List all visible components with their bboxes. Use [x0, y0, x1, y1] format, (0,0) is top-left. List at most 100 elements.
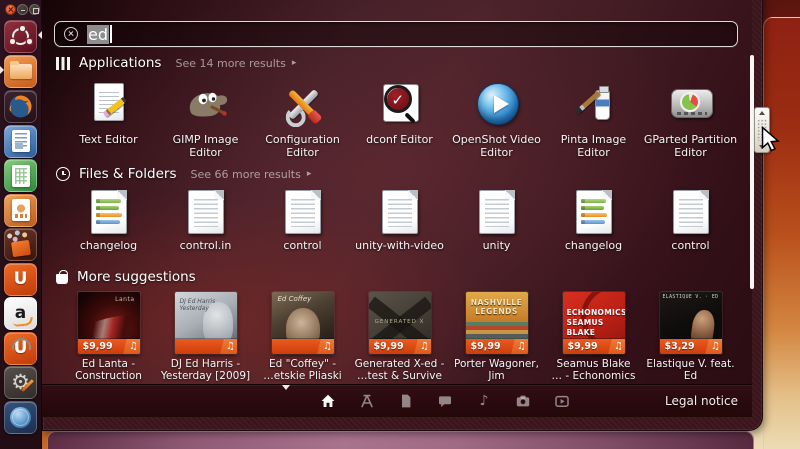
launcher-firefox[interactable]	[4, 90, 37, 123]
album-cover: Ed Coffey ♫	[272, 292, 334, 354]
price-label: $9,99	[466, 341, 513, 352]
clear-search-icon[interactable]	[64, 27, 78, 41]
section-title: More suggestions	[77, 269, 196, 285]
window-close-button[interactable]	[5, 4, 16, 15]
album-cover: ECHONOMICS SEAMUS BLAKE $9,99 ♫	[563, 292, 625, 354]
launcher-ubuntu-one[interactable]: U	[4, 263, 37, 296]
legal-notice-link[interactable]: Legal notice	[665, 394, 738, 408]
ubuntu-dash-icon	[12, 28, 29, 45]
home-folder-icon	[10, 64, 32, 79]
app-result-dconf-editor[interactable]: ✓ dconf Editor	[351, 80, 448, 159]
album-cover-text: Lanta	[115, 296, 134, 303]
price-bar: $3,29 ♫	[660, 339, 722, 354]
album-cover-text: GENERATED X	[369, 319, 431, 325]
result-label: unity-with-video	[355, 239, 444, 252]
scroll-up-icon[interactable]	[759, 111, 765, 115]
video-lens-icon[interactable]	[554, 393, 570, 409]
launcher-ubuntu-one-music[interactable]: U	[4, 332, 37, 365]
launcher-software-center[interactable]	[4, 228, 37, 261]
app-result-text-editor[interactable]: Text Editor	[60, 80, 157, 159]
text-document-icon	[285, 190, 321, 234]
price-bar: ♫	[175, 339, 237, 354]
app-result-configuration-editor[interactable]: Configuration Editor	[254, 80, 351, 159]
web-browser-icon	[10, 407, 31, 428]
app-result-openshot[interactable]: OpenShot Video Editor	[448, 80, 545, 159]
background-window-titlebar	[47, 431, 754, 449]
result-label: control	[671, 239, 709, 252]
amazon-icon: a	[15, 305, 26, 322]
window-minimize-button[interactable]	[17, 4, 28, 15]
photos-lens-icon[interactable]	[515, 393, 531, 409]
active-lens-indicator	[282, 385, 290, 390]
launcher-web-browser[interactable]	[4, 401, 37, 434]
gimp-icon	[181, 80, 231, 128]
album-cover: NASHVILLE LEGENDS $9,99 ♫	[466, 292, 528, 354]
app-result-pinta[interactable]: Pinta Image Editor	[545, 80, 642, 159]
libreoffice-impress-icon	[12, 199, 30, 221]
file-result-unity[interactable]: unity	[448, 190, 545, 252]
firefox-icon	[7, 93, 34, 120]
music-note-icon: ♫	[317, 339, 334, 354]
price-bar: $9,99 ♫	[369, 339, 431, 354]
see-more-label: See 14 more results	[175, 57, 285, 70]
album-cover: DJ Ed Harris Yesterday ♫	[175, 292, 237, 354]
price-label: $3,29	[660, 341, 707, 352]
home-lens-icon[interactable]	[320, 393, 336, 409]
file-result-changelog-2[interactable]: changelog	[545, 190, 642, 252]
file-result-control[interactable]: control	[254, 190, 351, 252]
launcher-amazon[interactable]: a	[4, 297, 37, 330]
launcher-libreoffice-writer[interactable]	[4, 125, 37, 158]
music-note-icon: ♫	[123, 339, 140, 354]
result-label: Configuration Editor	[255, 133, 350, 159]
search-input[interactable]: ed	[54, 21, 738, 47]
price-bar: $9,99 ♫	[563, 339, 625, 354]
app-result-gimp[interactable]: GIMP Image Editor	[157, 80, 254, 159]
dconf-magnifier-icon: ✓	[375, 80, 425, 128]
files-lens-icon[interactable]	[398, 393, 414, 409]
price-bar: $9,99 ♫	[78, 339, 140, 354]
price-label: $9,99	[369, 341, 416, 352]
album-cover: Lanta $9,99 ♫	[78, 292, 140, 354]
launcher-dash-home[interactable]	[4, 20, 37, 53]
changelog-document-icon	[91, 190, 127, 234]
launcher-libreoffice-calc[interactable]	[4, 159, 37, 192]
software-center-icon	[11, 240, 31, 257]
libreoffice-calc-icon	[12, 165, 30, 187]
launcher-libreoffice-impress[interactable]	[4, 194, 37, 227]
running-app-pip-icon	[0, 66, 4, 74]
launcher-home-folder[interactable]	[4, 55, 37, 88]
album-cover-text: Ed Coffey	[278, 295, 312, 303]
result-label: Text Editor	[79, 133, 137, 146]
album-cover-text: ECHONOMICS SEAMUS BLAKE	[567, 308, 625, 337]
file-result-control-in[interactable]: control.in	[157, 190, 254, 252]
crossed-tools-icon	[278, 80, 328, 128]
libreoffice-writer-icon	[12, 130, 30, 152]
file-result-unity-with-video[interactable]: unity-with-video	[351, 190, 448, 252]
search-query-text: ed	[87, 25, 109, 44]
price-label: $9,99	[78, 341, 125, 352]
see-more-files-link[interactable]: See 66 more results ▸	[191, 168, 312, 181]
see-more-applications-link[interactable]: See 14 more results ▸	[175, 57, 296, 70]
file-result-control-2[interactable]: control	[642, 190, 739, 252]
file-result-changelog[interactable]: changelog	[60, 190, 157, 252]
price-label: $9,99	[563, 341, 610, 352]
result-label: OpenShot Video Editor	[449, 133, 544, 159]
scrollbar-track[interactable]	[750, 55, 754, 289]
more-suggestions-header: More suggestions	[56, 268, 196, 286]
disk-partition-icon	[666, 80, 716, 128]
app-result-gparted[interactable]: GParted Partition Editor	[642, 80, 739, 159]
grid-icon	[56, 57, 70, 70]
messages-lens-icon[interactable]	[437, 393, 453, 409]
paintbrush-icon	[569, 80, 619, 128]
text-caret	[110, 25, 112, 43]
window-maximize-button[interactable]	[29, 4, 40, 15]
launcher: U a U ⚙	[0, 0, 42, 449]
section-title: Files & Folders	[79, 166, 177, 182]
launcher-system-settings[interactable]: ⚙	[4, 366, 37, 399]
applications-lens-icon[interactable]	[359, 393, 375, 409]
files-row: changelog control.in control unity-with-…	[60, 190, 739, 252]
result-label: dconf Editor	[366, 133, 433, 146]
changelog-document-icon	[576, 190, 612, 234]
music-lens-icon[interactable]: ♪	[476, 393, 492, 409]
result-label: changelog	[80, 239, 137, 252]
